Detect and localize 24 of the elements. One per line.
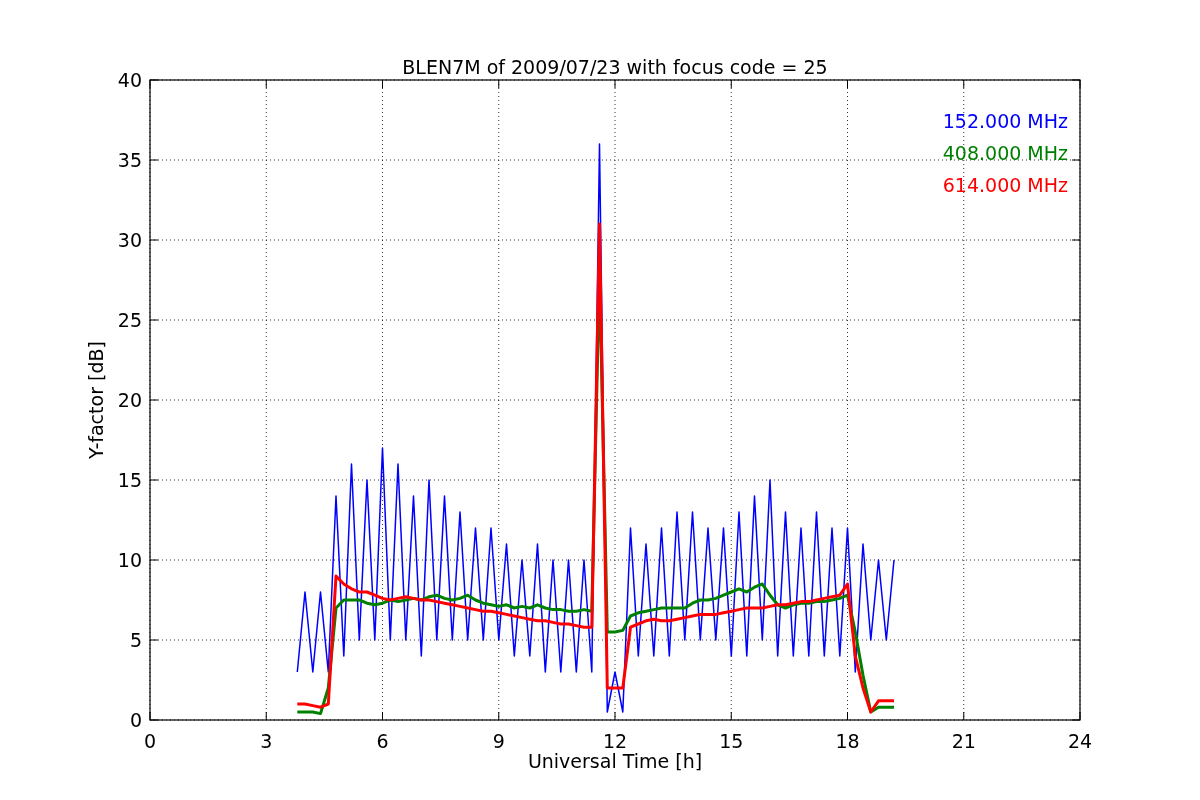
legend-label: 408.000 MHz <box>942 142 1068 164</box>
x-tick-label: 24 <box>1067 730 1093 752</box>
y-tick-label: 30 <box>117 229 142 251</box>
x-axis-label: Universal Time [h] <box>527 750 703 772</box>
y-tick-label: 40 <box>117 69 142 91</box>
y-tick-label: 15 <box>117 469 142 491</box>
x-tick-label: 3 <box>260 730 273 752</box>
y-tick-label: 0 <box>129 709 142 731</box>
y-tick-label: 20 <box>117 389 142 411</box>
legend-label: 614.000 MHz <box>942 174 1068 196</box>
x-tick-label: 15 <box>719 730 744 752</box>
y-tick-label: 10 <box>117 549 142 571</box>
x-tick-label: 0 <box>143 730 157 752</box>
legend-label: 152.000 MHz <box>942 110 1068 132</box>
y-tick-label: 25 <box>117 309 142 331</box>
x-tick-label: 9 <box>492 730 505 752</box>
x-tick-label: 18 <box>835 730 860 752</box>
x-tick-label: 12 <box>602 730 628 752</box>
y-tick-label: 35 <box>117 149 142 171</box>
y-axis-label: Y-factor [dB] <box>85 341 107 459</box>
y-tick-label: 5 <box>129 629 142 651</box>
chart-title: BLEN7M of 2009/07/23 with focus code = 25 <box>402 56 828 78</box>
x-tick-label: 6 <box>376 730 389 752</box>
x-tick-label: 21 <box>951 730 976 752</box>
